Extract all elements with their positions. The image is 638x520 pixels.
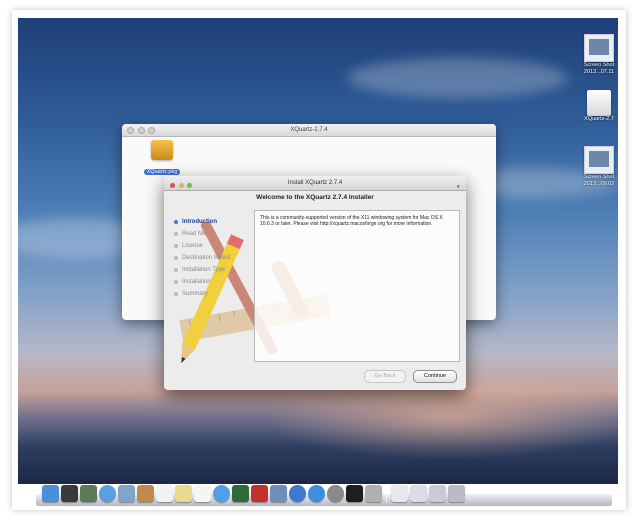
installer-steps-list: Introduction Read Me License Destination… bbox=[174, 216, 230, 300]
dock-reminders-icon[interactable] bbox=[194, 485, 211, 502]
step-destination-select: Destination Select bbox=[174, 252, 230, 264]
dock-messages-icon[interactable] bbox=[213, 485, 230, 502]
installer-title-bar[interactable]: Install XQuartz 2.7.4 ● bbox=[164, 176, 466, 191]
xquartz-pkg-file[interactable]: XQuartz.pkg bbox=[142, 140, 182, 178]
dock-notes-icon[interactable] bbox=[175, 485, 192, 502]
installer-content-pane[interactable]: This is a community-supported version of… bbox=[254, 210, 460, 362]
go-back-button[interactable]: Go Back bbox=[364, 370, 406, 383]
close-icon[interactable] bbox=[127, 127, 134, 134]
desktop-icon-label: Screen Shot bbox=[583, 62, 615, 68]
dock-itunes-icon[interactable] bbox=[289, 485, 306, 502]
dock-downloads-icon[interactable] bbox=[410, 485, 427, 502]
dock-trash-icon[interactable] bbox=[448, 485, 465, 502]
step-label: Introduction bbox=[182, 219, 217, 225]
step-label: Installation bbox=[182, 279, 211, 285]
continue-button[interactable]: Continue bbox=[413, 370, 457, 383]
step-bullet-icon bbox=[174, 220, 178, 224]
dock-documents-icon[interactable] bbox=[391, 485, 408, 502]
dock-separator bbox=[386, 485, 387, 503]
screenshot-file-icon bbox=[584, 34, 614, 62]
desktop-icon-screenshot-2[interactable]: Screen Shot 2013...09.02 bbox=[576, 146, 622, 188]
step-introduction: Introduction bbox=[174, 216, 230, 228]
step-read-me: Read Me bbox=[174, 228, 230, 240]
dock-x11-icon[interactable] bbox=[365, 485, 382, 502]
step-bullet-icon bbox=[174, 280, 178, 284]
installer-heading: Welcome to the XQuartz 2.7.4 Installer bbox=[256, 194, 374, 201]
desktop-icon-label: 2013...07.11 bbox=[583, 69, 615, 75]
desktop-icon-label: 2013...09.02 bbox=[583, 181, 615, 187]
lock-icon: ● bbox=[456, 184, 460, 190]
dock-facetime-icon[interactable] bbox=[232, 485, 249, 502]
desktop-icon-label: XQuartz-2.7 bbox=[584, 116, 614, 122]
step-license: License bbox=[174, 240, 230, 252]
desktop-icon-xquartz-disk[interactable]: XQuartz-2.7 bbox=[576, 90, 622, 123]
installer-window[interactable]: Install XQuartz 2.7.4 ● Welcome to the X… bbox=[164, 176, 466, 390]
dock-items bbox=[42, 484, 465, 506]
window-controls bbox=[127, 127, 157, 139]
step-bullet-icon bbox=[174, 256, 178, 260]
step-label: Installation Type bbox=[182, 267, 226, 273]
step-label: Summary bbox=[182, 291, 208, 297]
dock-safari-icon[interactable] bbox=[99, 485, 116, 502]
dock-calendar-icon[interactable] bbox=[156, 485, 173, 502]
step-bullet-icon bbox=[174, 232, 178, 236]
desktop-icon-screenshot-1[interactable]: Screen Shot 2013...07.11 bbox=[576, 34, 622, 76]
dock-terminal-icon[interactable] bbox=[346, 485, 363, 502]
step-label: Destination Select bbox=[182, 255, 231, 261]
dock-app-store-icon[interactable] bbox=[308, 485, 325, 502]
step-installation-type: Installation Type bbox=[174, 264, 230, 276]
dock-mission-control-icon[interactable] bbox=[80, 485, 97, 502]
zoom-icon[interactable] bbox=[148, 127, 156, 134]
step-bullet-icon bbox=[174, 268, 178, 272]
dock-file-stack-icon[interactable] bbox=[429, 485, 446, 502]
step-label: Read Me bbox=[182, 231, 207, 237]
minimize-icon[interactable] bbox=[137, 127, 145, 134]
introduction-text: This is a community-supported version of… bbox=[260, 215, 443, 227]
desktop-icon-label: Screen Shot bbox=[583, 174, 615, 180]
finder-title: XQuartz-2.7.4 bbox=[290, 127, 328, 133]
dock-system-preferences-icon[interactable] bbox=[327, 485, 344, 502]
step-label: License bbox=[182, 243, 203, 249]
minimize-icon[interactable] bbox=[178, 183, 184, 188]
dock-mail-icon[interactable] bbox=[118, 485, 135, 502]
disk-image-icon bbox=[587, 90, 611, 116]
screenshot-file-icon bbox=[584, 146, 614, 174]
cloud bbox=[348, 58, 568, 98]
step-summary: Summary bbox=[174, 288, 230, 300]
dock-dashboard-icon[interactable] bbox=[61, 485, 78, 502]
dock-contacts-icon[interactable] bbox=[137, 485, 154, 502]
dock-iphoto-icon[interactable] bbox=[270, 485, 287, 502]
installer-title: Install XQuartz 2.7.4 bbox=[287, 180, 343, 186]
dock-finder-icon[interactable] bbox=[42, 485, 59, 502]
dock bbox=[36, 484, 612, 506]
finder-title-bar[interactable]: XQuartz-2.7.4 bbox=[122, 124, 496, 137]
file-label: XQuartz.pkg bbox=[143, 169, 181, 175]
zoom-icon[interactable] bbox=[187, 183, 193, 188]
step-bullet-icon bbox=[174, 244, 178, 248]
step-installation: Installation bbox=[174, 276, 230, 288]
window-controls bbox=[170, 180, 194, 194]
package-icon bbox=[151, 140, 173, 160]
dock-photo-booth-icon[interactable] bbox=[251, 485, 268, 502]
step-bullet-icon bbox=[174, 292, 178, 296]
close-icon[interactable] bbox=[170, 183, 175, 188]
